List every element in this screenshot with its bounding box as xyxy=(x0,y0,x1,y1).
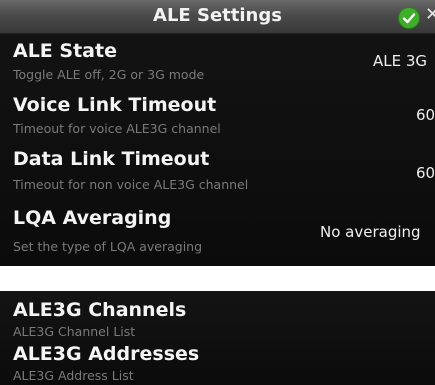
list-subtitle: ALE3G Address List xyxy=(13,368,134,383)
close-icon[interactable]: ✕ xyxy=(425,5,435,25)
ale-settings-panel: ALE Settings ✕ ALE State Toggle ALE off,… xyxy=(0,0,435,266)
setting-subtitle: Set the type of LQA averaging xyxy=(13,239,203,254)
list-ale3g-addresses[interactable]: ALE3G Addresses ALE3G Address List xyxy=(0,341,435,383)
setting-subtitle: Toggle ALE off, 2G or 3G mode xyxy=(13,67,205,82)
list-ale3g-channels[interactable]: ALE3G Channels ALE3G Channel List xyxy=(0,296,435,339)
setting-value: ALE 3G xyxy=(373,52,428,70)
list-subtitle: ALE3G Channel List xyxy=(13,324,136,339)
setting-title: Voice Link Timeout xyxy=(13,94,217,116)
setting-voice-link-timeout[interactable]: Voice Link Timeout Timeout for voice ALE… xyxy=(0,90,435,140)
setting-lqa-averaging[interactable]: LQA Averaging Set the type of LQA averag… xyxy=(0,204,435,260)
setting-subtitle: Timeout for non voice ALE3G channel xyxy=(13,177,249,192)
setting-title: ALE State xyxy=(13,40,117,62)
setting-title: Data Link Timeout xyxy=(13,148,210,170)
ale3g-lists-panel: ALE3G Channels ALE3G Channel List ALE3G … xyxy=(0,291,435,385)
setting-subtitle: Timeout for voice ALE3G channel xyxy=(13,121,221,136)
checkmark-icon[interactable] xyxy=(398,7,420,29)
setting-value: No averaging xyxy=(320,223,421,241)
setting-value: 60 xyxy=(416,164,435,182)
list-title: ALE3G Channels xyxy=(13,299,187,321)
setting-data-link-timeout[interactable]: Data Link Timeout Timeout for non voice … xyxy=(0,144,435,196)
setting-title: LQA Averaging xyxy=(13,207,172,229)
list-title: ALE3G Addresses xyxy=(13,343,200,365)
setting-value: 60 xyxy=(416,106,435,124)
title-bar: ALE Settings ✕ xyxy=(0,0,435,34)
page-title: ALE Settings xyxy=(153,5,282,26)
setting-ale-state[interactable]: ALE State Toggle ALE off, 2G or 3G mode … xyxy=(0,36,435,86)
